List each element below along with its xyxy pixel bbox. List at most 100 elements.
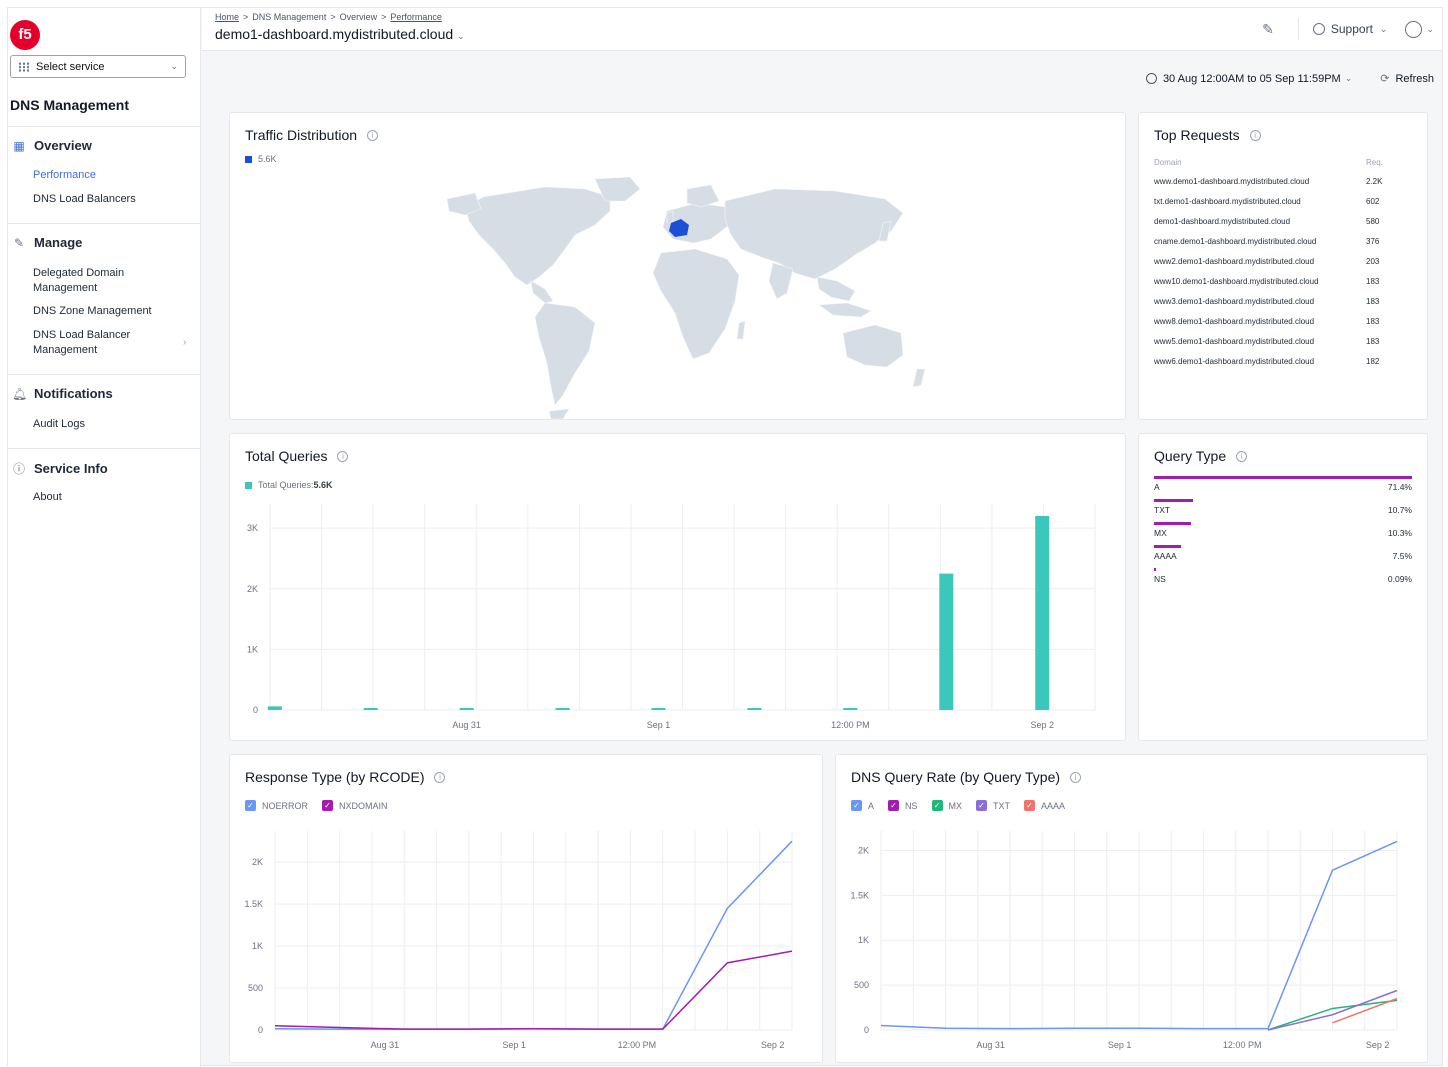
select-service-dropdown[interactable]: Select service ⌄	[10, 55, 186, 78]
refresh-button[interactable]: ⟳ Refresh	[1380, 72, 1434, 86]
query-type-value: 0.09%	[1387, 574, 1412, 584]
query-type-bar	[1154, 522, 1192, 525]
legend-item[interactable]: ✓ NS	[888, 800, 918, 811]
legend-item[interactable]: ✓ NXDOMAIN	[322, 800, 388, 811]
refresh-icon: ⟳	[1380, 73, 1390, 85]
sidebar: f5 Select service ⌄ DNS Management ▦ Ove…	[8, 8, 201, 1067]
sidebar-section-service-info[interactable]: ⓘ Service Info	[12, 460, 108, 477]
date-range-picker[interactable]: 30 Aug 12:00AM to 05 Sep 11:59PM	[1163, 73, 1341, 85]
site-selector[interactable]: demo1-dashboard.mydistributed.cloud ⌄	[215, 26, 465, 42]
table-row: www.demo1-dashboard.mydistributed.cloud 2…	[1154, 177, 1412, 186]
query-type-label: AAAA	[1154, 551, 1177, 561]
x-tick-label: 12:00 PM	[618, 1040, 657, 1050]
breadcrumb-performance[interactable]: Performance	[390, 12, 442, 22]
info-icon[interactable]: i	[1070, 771, 1082, 783]
site-name: demo1-dashboard.mydistributed.cloud	[215, 26, 454, 42]
sidebar-item-audit-logs[interactable]: Audit Logs	[33, 417, 85, 432]
table-row: demo1-dashboard.mydistributed.cloud 580	[1154, 217, 1412, 226]
y-tick-label: 2K	[247, 584, 258, 594]
cell-domain: www3.demo1-dashboard.mydistributed.cloud	[1154, 297, 1315, 306]
sidebar-section-overview[interactable]: ▦ Overview	[12, 138, 92, 153]
chevron-down-icon: ⌄	[457, 31, 465, 41]
cell-domain: www10.demo1-dashboard.mydistributed.clou…	[1154, 277, 1319, 286]
legend-value: 5.6K	[258, 154, 277, 164]
legend-item[interactable]: ✓ AAAA	[1024, 800, 1065, 811]
info-icon[interactable]: i	[434, 771, 446, 783]
divider	[8, 223, 200, 224]
sidebar-item-dns-load-balancer-management[interactable]: DNS Load Balancer Management	[33, 328, 130, 358]
sidebar-item-dns-zone-management[interactable]: DNS Zone Management	[33, 304, 152, 319]
select-service-label: Select service	[36, 60, 105, 73]
chevron-down-icon: ⌄	[170, 61, 178, 71]
top-bar: Home > DNS Management > Overview > Performance…	[202, 8, 1442, 51]
x-tick-label: Aug 31	[976, 1040, 1005, 1050]
query-rate-chart: 0 500 1K 1.5K 2K Aug 31 Sep 1 12:00 PM Sep 2	[850, 831, 1398, 1050]
chevron-down-icon[interactable]: ⌄	[1345, 73, 1353, 84]
sidebar-section-label: Manage	[34, 235, 83, 250]
info-icon[interactable]: i	[337, 450, 349, 462]
column-header-req: Req.	[1366, 158, 1383, 167]
x-tick-label: Sep 1	[1108, 1040, 1132, 1050]
cell-domain: www8.demo1-dashboard.mydistributed.cloud	[1154, 317, 1315, 326]
traffic-distribution-card: Traffic Distribution i 5.6K	[229, 112, 1126, 420]
map-uk	[666, 210, 674, 224]
info-icon: ⓘ	[12, 462, 25, 476]
checkbox-icon: ✓	[851, 800, 862, 811]
legend-label: MX	[948, 800, 963, 811]
breadcrumb-home[interactable]: Home	[215, 12, 239, 22]
table-row: www2.demo1-dashboard.mydistributed.cloud…	[1154, 257, 1412, 266]
grid-icon: ▦	[13, 138, 25, 153]
pencil-icon[interactable]: ✎	[1262, 21, 1274, 38]
column-header-domain: Domain	[1154, 158, 1182, 167]
sidebar-item-delegated-domain-management[interactable]: Delegated Domain Management	[33, 266, 124, 296]
sidebar-title: DNS Management	[10, 97, 130, 113]
breadcrumb-overview[interactable]: Overview	[340, 12, 378, 22]
legend-item[interactable]: ✓ A	[851, 800, 874, 811]
top-right-actions: ✎ Support ⌄ ⌄	[1262, 18, 1434, 40]
bar	[363, 708, 378, 710]
support-menu[interactable]: Support ⌄	[1312, 22, 1387, 36]
legend-item[interactable]: ✓ TXT	[976, 800, 1010, 811]
x-tick-label: 12:00 PM	[831, 720, 870, 730]
chart-legend[interactable]: Total Queries: 5.6K	[245, 480, 333, 490]
app-window: f5 Select service ⌄ DNS Management ▦ Ove…	[7, 7, 1443, 1067]
wrench-icon: ✎	[13, 235, 25, 250]
query-type-label: MX	[1154, 528, 1167, 538]
sidebar-item-about[interactable]: About	[33, 490, 62, 505]
card-title: Total Queries i	[245, 448, 349, 464]
legend-swatch	[245, 155, 252, 163]
cell-req: 203	[1366, 257, 1380, 266]
info-icon[interactable]: i	[1249, 129, 1261, 141]
sidebar-item-dns-load-balancers[interactable]: DNS Load Balancers	[33, 192, 136, 207]
sidebar-section-label: Overview	[34, 138, 92, 153]
x-tick-label: Sep 1	[647, 720, 671, 730]
y-tick-label: 500	[248, 983, 263, 993]
y-tick-label: 1K	[858, 935, 869, 945]
top-requests-card: Top Requests i Domain Req. www.demo1-dashb…	[1138, 112, 1428, 420]
sidebar-item-performance[interactable]: Performance	[33, 168, 96, 183]
apps-grid-icon	[18, 61, 30, 72]
legend-item[interactable]: ✓ MX	[931, 800, 963, 811]
info-icon[interactable]: i	[367, 129, 379, 141]
sidebar-section-manage[interactable]: ✎ Manage	[12, 235, 82, 250]
bar	[651, 708, 666, 710]
cell-req: 376	[1366, 237, 1380, 246]
table-row: www5.demo1-dashboard.mydistributed.cloud…	[1154, 337, 1412, 346]
card-title: Query Type i	[1154, 448, 1248, 464]
map-indonesia	[818, 302, 872, 318]
info-icon[interactable]: i	[1236, 450, 1248, 462]
chevron-down-icon[interactable]: ⌄	[1426, 24, 1434, 35]
legend-item[interactable]: ✓ NOERROR	[245, 800, 308, 811]
legend-label: NOERROR	[262, 800, 309, 811]
table-row: www3.demo1-dashboard.mydistributed.cloud…	[1154, 297, 1412, 306]
x-tick-label: 12:00 PM	[1223, 1040, 1262, 1050]
breadcrumb-dns-management[interactable]: DNS Management	[252, 12, 326, 22]
sidebar-section-notifications[interactable]: 🔔︎ Notifications	[12, 386, 113, 401]
y-tick-label: 2K	[858, 845, 869, 855]
total-queries-chart: 0 1K 2K 3K Aug 31 Sep 1 12:00 PM Sep 2	[247, 504, 1096, 730]
cell-domain: demo1-dashboard.mydistributed.cloud	[1154, 217, 1291, 226]
query-type-bar	[1154, 476, 1412, 479]
cell-domain: cname.demo1-dashboard.mydistributed.clou…	[1154, 237, 1317, 246]
table-row: txt.demo1-dashboard.mydistributed.cloud 6…	[1154, 197, 1412, 206]
user-avatar-icon[interactable]	[1405, 20, 1423, 38]
